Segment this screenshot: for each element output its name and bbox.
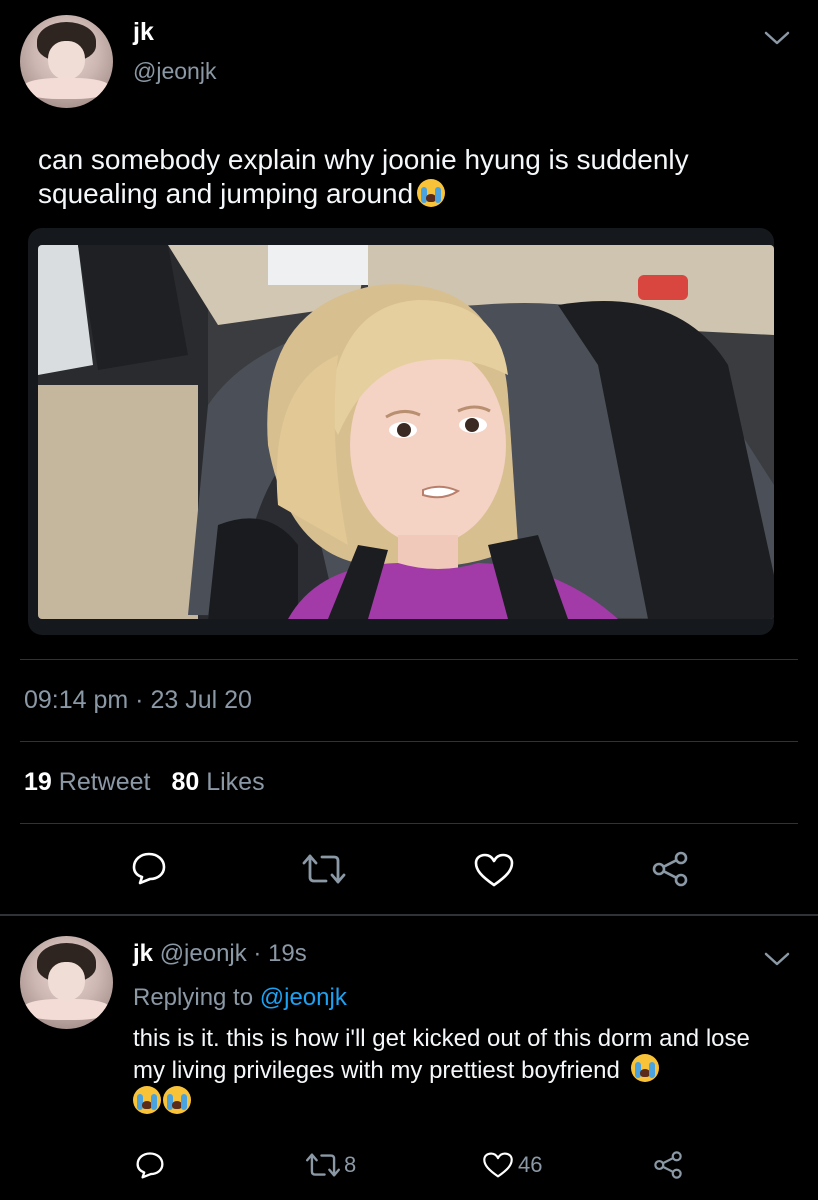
retweet-button[interactable]: 8 bbox=[304, 1152, 356, 1178]
reply-icon bbox=[132, 852, 166, 885]
reply-button[interactable] bbox=[131, 851, 167, 885]
retweet-count[interactable]: 19 bbox=[24, 768, 52, 796]
divider bbox=[20, 741, 798, 742]
divider bbox=[0, 914, 818, 916]
reply-handle-time[interactable]: @jeonjk · 19s bbox=[160, 940, 307, 967]
replying-to: Replying to @jeonjk bbox=[133, 984, 347, 1012]
reply-button[interactable] bbox=[135, 1151, 165, 1179]
tweet-timestamp[interactable]: 09:14 pm · 23 Jul 20 bbox=[24, 686, 252, 715]
like-icon bbox=[483, 1152, 513, 1178]
tweet-text-content: can somebody explain why joonie hyung is… bbox=[38, 144, 689, 209]
likes-label[interactable]: Likes bbox=[206, 768, 264, 796]
chevron-down-icon[interactable] bbox=[764, 30, 790, 46]
reply-icon bbox=[136, 1152, 164, 1179]
reply-avatar[interactable] bbox=[20, 936, 113, 1029]
retweet-button[interactable] bbox=[300, 853, 348, 885]
avatar-arm bbox=[23, 78, 110, 99]
author-name[interactable]: jk bbox=[133, 18, 154, 47]
reply-header: jk @jeonjk · 19s bbox=[133, 940, 307, 968]
chevron-down-icon[interactable] bbox=[764, 951, 790, 967]
avatar[interactable] bbox=[20, 15, 113, 108]
avatar-face bbox=[47, 41, 86, 81]
divider bbox=[20, 823, 798, 824]
like-button[interactable] bbox=[473, 852, 515, 888]
replying-prefix: Replying to bbox=[133, 984, 254, 1011]
retweet-label[interactable]: Retweet bbox=[59, 768, 151, 796]
replying-to-link[interactable]: @jeonjk bbox=[260, 984, 347, 1011]
share-button[interactable] bbox=[652, 1150, 684, 1180]
avatar-arm bbox=[23, 999, 110, 1020]
reply-retweet-count: 8 bbox=[344, 1152, 357, 1177]
tweet-stats: 19 Retweet 80 Likes bbox=[24, 768, 279, 797]
crying-face-emoji-icon bbox=[163, 1086, 191, 1114]
divider bbox=[20, 659, 798, 660]
share-button[interactable] bbox=[650, 850, 690, 888]
retweet-icon bbox=[302, 854, 346, 884]
reply-text: this is it. this is how i'll get kicked … bbox=[133, 1024, 783, 1118]
share-icon bbox=[652, 851, 688, 887]
retweet-icon bbox=[305, 1153, 341, 1177]
reply-text-content: this is it. this is how i'll get kicked … bbox=[133, 1025, 750, 1084]
share-icon bbox=[654, 1151, 682, 1179]
reply-author-name[interactable]: jk bbox=[133, 940, 153, 967]
avatar-face bbox=[47, 962, 86, 1002]
tweet-text: can somebody explain why joonie hyung is… bbox=[38, 143, 778, 211]
crying-face-emoji-icon bbox=[630, 1054, 659, 1082]
likes-count[interactable]: 80 bbox=[171, 768, 199, 796]
author-handle[interactable]: @jeonjk bbox=[133, 58, 216, 85]
tweet-photo[interactable] bbox=[38, 245, 774, 619]
crying-face-emoji-icon bbox=[133, 1086, 161, 1114]
like-icon bbox=[474, 853, 514, 887]
crying-face-emoji-icon bbox=[417, 179, 446, 207]
like-button[interactable]: 46 bbox=[482, 1151, 542, 1179]
reply-likes-count: 46 bbox=[518, 1152, 543, 1177]
